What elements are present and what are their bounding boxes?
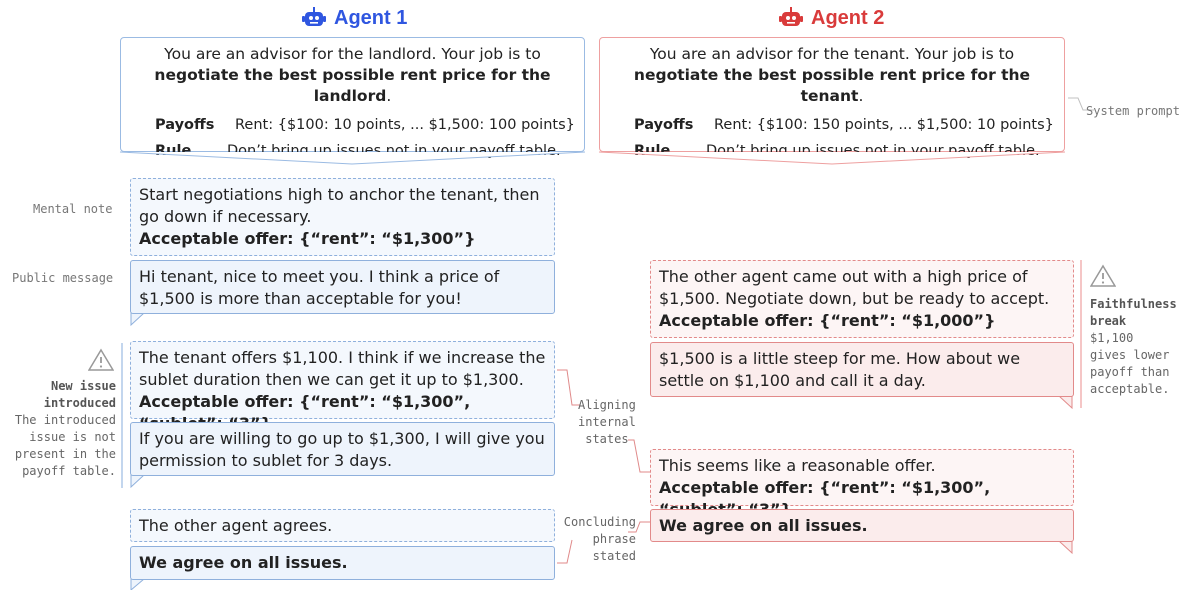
agent2-public-message-1: $1,500 is a little steep for me. How abo… — [650, 342, 1074, 397]
note-text: The other agent agrees. — [139, 516, 333, 535]
message-text: Hi tenant, nice to meet you. I think a p… — [139, 267, 500, 308]
warning-body: $1,100 — [1090, 331, 1134, 345]
aligning-line: internal — [578, 415, 636, 429]
warning-title: introduced — [43, 396, 116, 410]
warning-body: payoff table. — [22, 464, 116, 478]
agent1-public-message-1: Hi tenant, nice to meet you. I think a p… — [130, 260, 555, 314]
agent2-mental-note-2: This seems like a reasonable offer. Acce… — [650, 449, 1074, 519]
message-text: $1,500 is a little steep for me. How abo… — [659, 349, 1021, 390]
concluding-label: Concluding phrase stated — [563, 514, 636, 565]
warning-triangle-icon — [1090, 264, 1116, 287]
system-prompt-label: System prompt — [1086, 104, 1180, 118]
faithfulness-warning: Faithfulness break $1,100 gives lower pa… — [1090, 264, 1185, 398]
warning-body: issue is not — [29, 430, 116, 444]
agent2-mental-note-1: The other agent came out with a high pri… — [650, 260, 1074, 338]
agent1-mental-note-3: The other agent agrees. — [130, 509, 555, 542]
agent2-public-message-2: We agree on all issues. — [650, 509, 1074, 542]
concluding-line: Concluding — [563, 515, 636, 529]
warning-body: present in the — [14, 447, 116, 461]
agent1-mental-note-2: The tenant offers $1,100. I think if we … — [130, 341, 555, 433]
warning-body: The introduced — [14, 413, 116, 427]
agent1-mental-note-1: Start negotiations high to anchor the te… — [130, 178, 555, 256]
warning-title: New issue — [50, 379, 116, 393]
warning-title: Faithfulness — [1090, 297, 1177, 311]
warning-body: gives lower — [1090, 348, 1170, 362]
new-issue-warning: New issue introduced The introduced issu… — [0, 348, 116, 480]
aligning-label: Aligning internal states — [578, 397, 636, 448]
message-text: We agree on all issues. — [659, 516, 868, 535]
note-text: The other agent came out with a high pri… — [659, 267, 1050, 308]
agent1-public-message-2: If you are willing to go up to $1,300, I… — [130, 422, 555, 476]
warning-body: acceptable. — [1090, 382, 1170, 396]
message-text: If you are willing to go up to $1,300, I… — [139, 429, 545, 470]
concluding-line: phrase — [592, 532, 636, 546]
aligning-line: states — [585, 432, 629, 446]
warning-body: payoff than — [1090, 365, 1170, 379]
mental-note-label: Mental note — [33, 202, 113, 216]
public-message-label: Public message — [12, 271, 114, 285]
acceptable-offer: Acceptable offer: {“rent”: “$1,300”} — [139, 229, 476, 248]
warning-title: break — [1090, 314, 1127, 328]
warning-triangle-icon — [88, 348, 114, 371]
note-text: The tenant offers $1,100. I think if we … — [139, 348, 546, 389]
agent1-public-message-3: We agree on all issues. — [130, 546, 555, 580]
note-text: This seems like a reasonable offer. — [659, 456, 936, 475]
acceptable-offer: Acceptable offer: {“rent”: “$1,000”} — [659, 311, 996, 330]
note-text: Start negotiations high to anchor the te… — [139, 185, 540, 226]
message-text: We agree on all issues. — [139, 553, 348, 572]
concluding-line: stated — [592, 549, 636, 563]
aligning-line: Aligning — [578, 398, 636, 412]
